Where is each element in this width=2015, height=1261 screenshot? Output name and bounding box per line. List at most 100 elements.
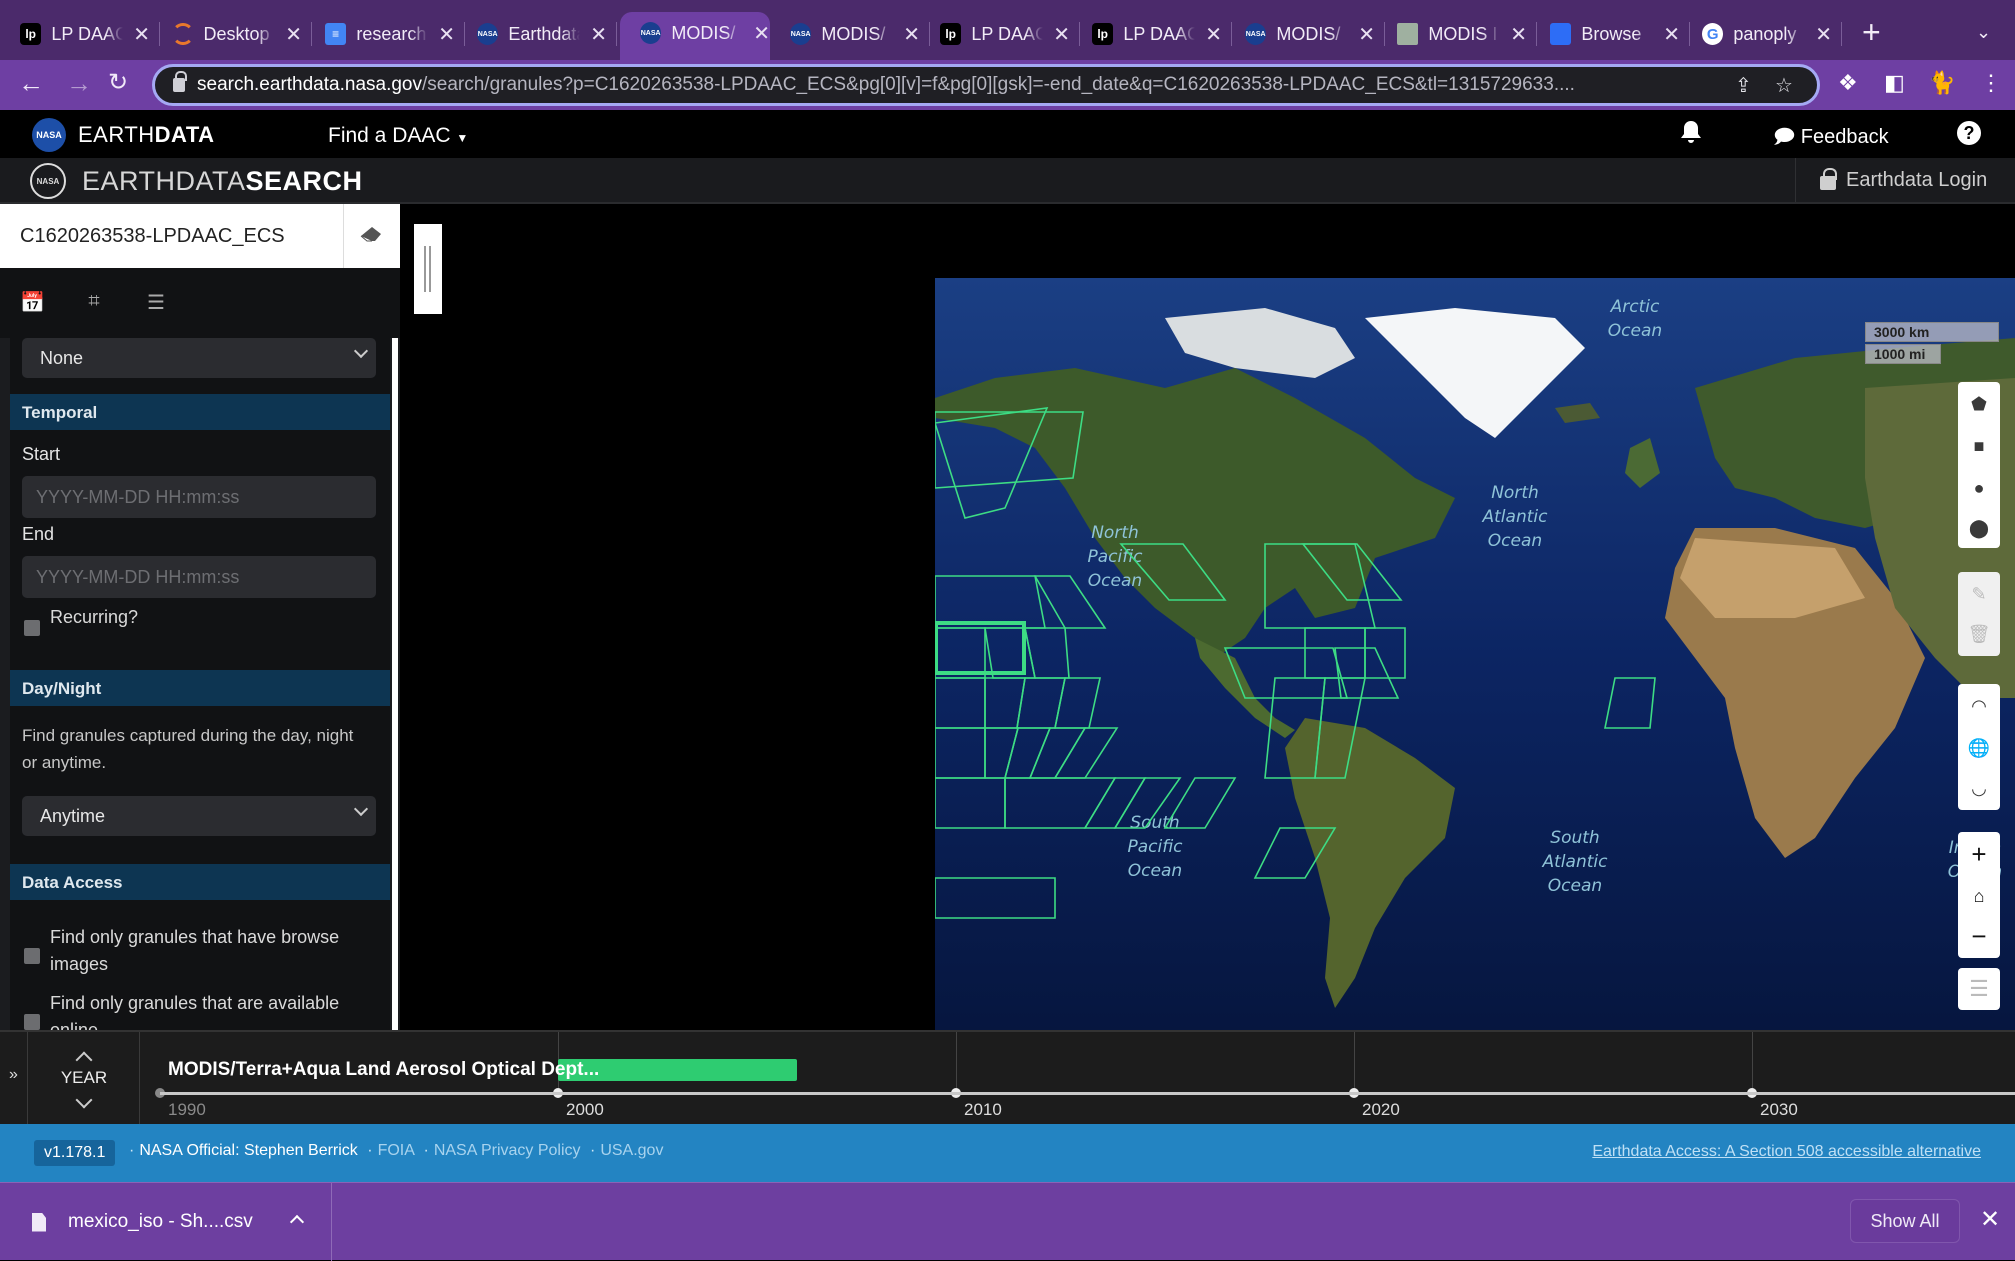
find-daac-dropdown[interactable]: Find a DAAC ▼ (328, 124, 468, 148)
browser-tab[interactable]: lp LP DAAC ✕ (920, 14, 1080, 54)
close-tab-icon[interactable]: ✕ (438, 22, 455, 47)
map[interactable]: Arctic Ocean North Pacific Ocean North Atlanti… (400, 204, 2015, 1030)
zoom-out-minus-icon[interactable]: − (1958, 916, 2000, 956)
layers-stack-icon[interactable]: ☰ (1958, 969, 2000, 1009)
address-bar[interactable]: search.earthdata.nasa.gov/search/granule… (152, 64, 1820, 106)
edit-shape-icon[interactable]: ✎ (1958, 574, 2000, 614)
browser-tab[interactable]: Gpanoply ✕ (1682, 14, 1842, 54)
browse-images-checkbox[interactable] (24, 948, 40, 964)
usa-gov-link[interactable]: USA.gov (600, 1142, 663, 1159)
side-panel-icon[interactable]: ◧ (1884, 70, 1905, 96)
timeline-gridline (1752, 1032, 1753, 1094)
calendar-icon[interactable]: 📅 (20, 290, 45, 314)
day-night-heading: Day/Night (10, 670, 390, 706)
recurring-checkbox[interactable] (24, 620, 40, 636)
close-tab-icon[interactable]: ✕ (1205, 22, 1222, 47)
site-footer: v1.178.1 · NASA Official: Stephen Berrick… (0, 1124, 2015, 1182)
delete-trash-icon[interactable]: 🗑 (1958, 614, 2000, 654)
day-night-select[interactable]: Anytime (22, 796, 376, 836)
browser-menu-kebab-icon[interactable]: ⋮ (1980, 70, 2002, 96)
nasa-icon: NASA (790, 23, 812, 45)
data-access-heading: Data Access (10, 864, 390, 900)
close-tab-icon[interactable]: ✕ (1663, 22, 1680, 47)
close-tab-icon[interactable]: ✕ (1815, 22, 1832, 47)
close-tab-icon[interactable]: ✕ (285, 22, 302, 47)
forward-arrow-icon[interactable]: → (66, 68, 92, 99)
close-tab-icon[interactable]: ✕ (590, 22, 607, 47)
browser-tab[interactable]: lp LP DAAC ✕ (1072, 14, 1232, 54)
browser-tab[interactable]: Browse ✕ (1530, 14, 1690, 54)
close-icon[interactable]: ✕ (1980, 1205, 2000, 1234)
browser-tab[interactable]: ≡ research ✕ (305, 14, 465, 54)
earthdata-brand[interactable]: EARTHDATA (78, 122, 215, 148)
granule-filters-panel: None Temporal Start End Recurring? Day/N… (10, 338, 390, 1030)
zoom-down-chevron-icon[interactable] (75, 1091, 93, 1109)
geographic-globe-icon[interactable]: 🌐 (1958, 728, 2000, 768)
sliders-filter-icon[interactable]: ☰ (144, 290, 168, 314)
bookmark-star-icon[interactable]: ☆ (1775, 73, 1793, 98)
reload-icon[interactable]: ↻ (108, 68, 128, 97)
privacy-policy-link[interactable]: NASA Privacy Policy (434, 1142, 581, 1159)
browser-tab[interactable]: NASA Earthdata ✕ (457, 14, 617, 54)
zoom-in-plus-icon[interactable]: + (1958, 834, 2000, 874)
share-icon[interactable]: ⇪ (1735, 73, 1752, 98)
start-date-input[interactable] (22, 476, 376, 518)
browser-tab[interactable]: NASA MODIS/ ✕ (770, 14, 930, 54)
extensions-puzzle-icon[interactable]: ❖ (1838, 70, 1858, 96)
arctic-projection-icon[interactable]: ◠ (1958, 686, 2000, 726)
browser-tab[interactable]: Desktop ✕ (152, 14, 312, 54)
foia-link[interactable]: FOIA (378, 1142, 414, 1159)
chevron-up-icon[interactable] (289, 1214, 305, 1230)
close-tab-icon[interactable]: ✕ (133, 22, 150, 47)
earthdata-search-title[interactable]: EARTHDATASEARCH (82, 166, 363, 197)
zoom-up-chevron-icon[interactable] (75, 1051, 93, 1069)
accessible-alternative-link[interactable]: Earthdata Access: A Section 508 accessib… (1592, 1143, 1981, 1161)
earthdata-search-header: NASA EARTHDATASEARCH Earthdata Login (0, 158, 2015, 204)
close-tab-icon[interactable]: ✕ (1510, 22, 1527, 47)
draw-polygon-icon[interactable]: ⬟ (1958, 384, 2000, 424)
new-tab-button[interactable]: + (1862, 14, 1881, 51)
profile-avatar-icon[interactable]: 🐈 (1928, 70, 1955, 96)
timeline[interactable]: » YEAR 1990 2000 2010 2020 2030 MODIS/Terra+… (0, 1030, 2015, 1126)
help-icon[interactable]: ? (1957, 121, 1981, 145)
lock-icon[interactable] (173, 71, 187, 92)
tab-title: Desktop (203, 23, 270, 44)
sidebar-scrollbar[interactable] (392, 338, 398, 1030)
notification-bell-icon[interactable] (1680, 120, 1702, 144)
browser-tab[interactable]: lp LP DAAC ✕ (0, 14, 160, 54)
browser-tab-bar: lp LP DAAC ✕ Desktop ✕ ≡ research ✕ NASA Earthdat… (0, 0, 2015, 68)
nasa-meatball-logo-icon[interactable]: NASA (32, 118, 66, 152)
close-tab-icon[interactable]: ✕ (1358, 22, 1375, 47)
show-all-downloads-button[interactable]: Show All (1850, 1199, 1960, 1243)
search-input[interactable] (0, 204, 344, 268)
earthdata-login-button[interactable]: Earthdata Login (1795, 158, 2015, 202)
nasa-official: NASA Official: Stephen Berrick (139, 1142, 358, 1159)
collapse-timeline-icon[interactable]: » (0, 1032, 28, 1126)
desktop-app-icon (172, 23, 194, 45)
online-only-checkbox[interactable] (24, 1014, 40, 1030)
sidebar-resize-handle[interactable] (414, 224, 442, 314)
temporal-heading: Temporal (10, 394, 390, 430)
draw-rectangle-icon[interactable]: ■ (1958, 426, 2000, 466)
browser-tab[interactable]: NASA MODIS/ ✕ (1225, 14, 1385, 54)
back-arrow-icon[interactable]: ← (18, 68, 44, 99)
tab-title: LP DAAC (971, 23, 1044, 44)
draw-circle-icon[interactable]: ● (1958, 468, 2000, 508)
close-tab-icon[interactable]: ✕ (753, 21, 770, 46)
nasa-logo-icon[interactable]: NASA (30, 163, 66, 199)
world-map[interactable]: Arctic OceanNorth Pacific OceanNorth Atlanti… (935, 278, 2015, 1030)
home-icon[interactable]: ⌂ (1958, 876, 2000, 916)
url-text[interactable]: search.earthdata.nasa.gov/search/granule… (197, 74, 1575, 96)
antarctic-projection-icon[interactable]: ◡ (1958, 768, 2000, 808)
close-tab-icon[interactable]: ✕ (903, 22, 920, 47)
crop-spatial-icon[interactable]: ⌗ (82, 290, 106, 314)
top-filter-select[interactable]: None (22, 338, 376, 378)
close-tab-icon[interactable]: ✕ (1053, 22, 1070, 47)
eraser-clear-icon[interactable] (360, 226, 382, 242)
browser-tab[interactable]: MODIS I ✕ (1377, 14, 1537, 54)
draw-point-marker-icon[interactable]: ⬤ (1958, 508, 2000, 548)
download-item[interactable]: mexico_iso - Sh....csv (0, 1183, 332, 1261)
feedback-link[interactable]: 🗩 Feedback (1773, 122, 1889, 156)
tab-search-chevron-icon[interactable]: ⌄ (1976, 22, 1991, 43)
end-date-input[interactable] (22, 556, 376, 598)
